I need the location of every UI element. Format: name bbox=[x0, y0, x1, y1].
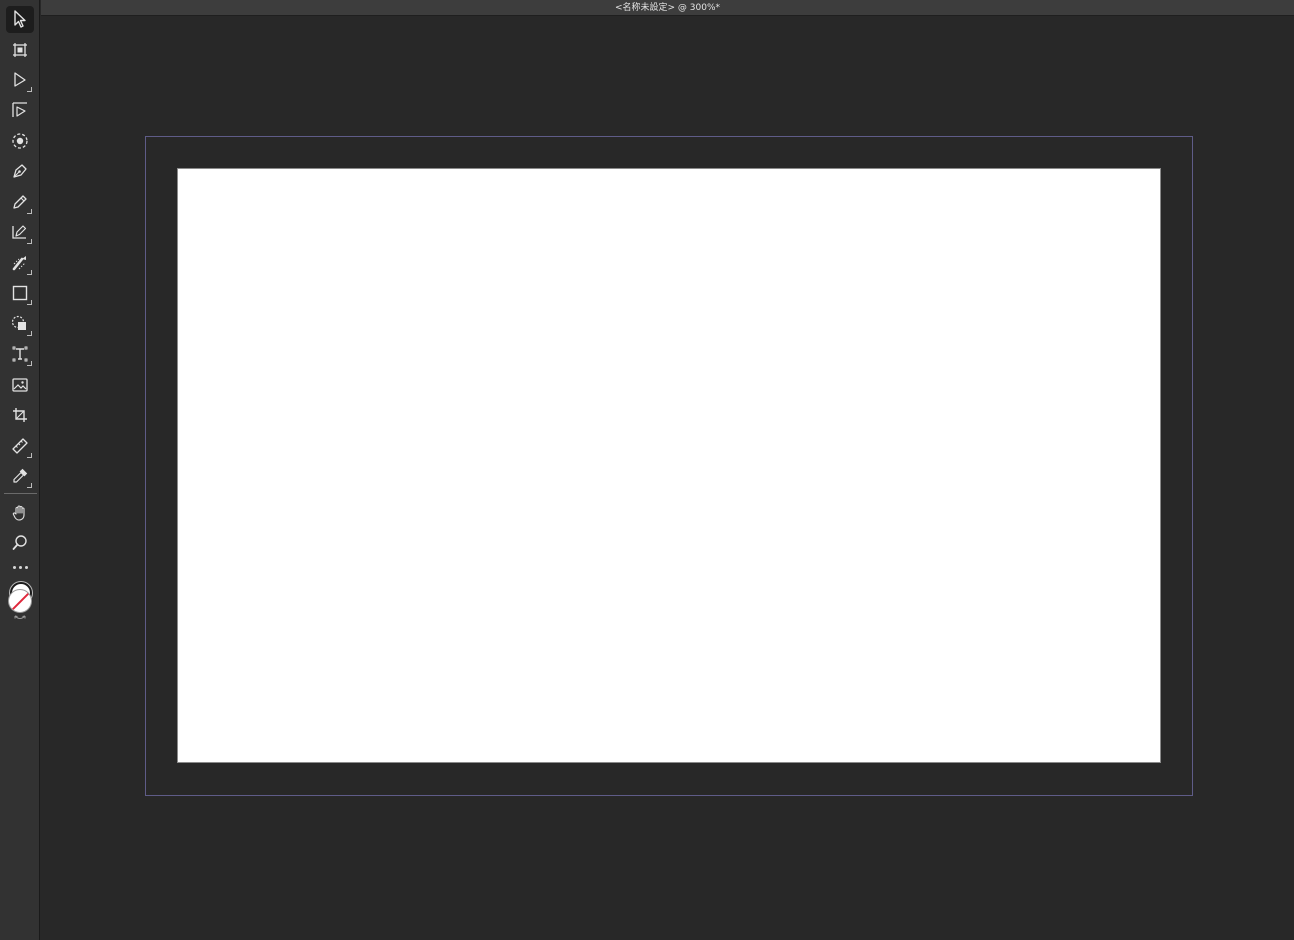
tool-group-indicator bbox=[27, 270, 32, 275]
document-title: <名称未設定> @ 300%* bbox=[614, 3, 721, 13]
fill-stroke-swatch[interactable] bbox=[7, 580, 35, 624]
document-title-bar: <名称未設定> @ 300%* bbox=[41, 0, 1294, 16]
type-tool[interactable] bbox=[6, 341, 34, 368]
crop-tool[interactable] bbox=[6, 402, 34, 429]
pencil-tool[interactable] bbox=[6, 189, 34, 216]
group-select-icon bbox=[12, 102, 27, 117]
group-selection-tool[interactable] bbox=[6, 97, 34, 124]
tool-group-indicator bbox=[27, 300, 32, 305]
rectangle-tool[interactable] bbox=[6, 280, 34, 307]
pen-nib-icon bbox=[13, 164, 27, 178]
stroke-none-swatch[interactable] bbox=[8, 589, 32, 613]
artboard[interactable] bbox=[177, 168, 1161, 763]
app-window: <名称未設定> @ 300%* bbox=[0, 0, 1294, 940]
hand-icon bbox=[12, 505, 25, 521]
tools-panel bbox=[0, 0, 40, 940]
tool-group-indicator bbox=[27, 87, 32, 92]
artboard-icon bbox=[13, 43, 27, 57]
image-tool[interactable] bbox=[6, 372, 34, 399]
hand-tool[interactable] bbox=[6, 500, 34, 527]
tool-group-indicator bbox=[27, 361, 32, 366]
swap-colors-icon[interactable] bbox=[13, 614, 27, 622]
canvas-area[interactable] bbox=[41, 16, 1294, 940]
tool-group-indicator bbox=[27, 331, 32, 336]
tool-group-indicator bbox=[27, 239, 32, 244]
tool-group-indicator bbox=[27, 483, 32, 488]
rotate-view-tool[interactable] bbox=[6, 128, 34, 155]
tool-group-indicator bbox=[27, 209, 32, 214]
paintbrush-tool[interactable] bbox=[6, 250, 34, 277]
arrow-pointer-icon bbox=[14, 10, 26, 28]
shaper-tool[interactable] bbox=[6, 219, 34, 246]
ellipsis-icon[interactable] bbox=[12, 564, 30, 570]
selection-tool[interactable] bbox=[6, 6, 34, 33]
artboard-tool[interactable] bbox=[6, 37, 34, 64]
zoom-tool[interactable] bbox=[6, 530, 34, 557]
image-icon bbox=[12, 378, 28, 392]
eyedropper-tool[interactable] bbox=[6, 463, 34, 490]
toolbar-separator bbox=[4, 493, 37, 494]
pen-tool[interactable] bbox=[6, 158, 34, 185]
ruler-tool[interactable] bbox=[6, 433, 34, 460]
crop-icon bbox=[13, 408, 27, 422]
tool-group-indicator bbox=[27, 453, 32, 458]
target-circle-icon bbox=[12, 133, 28, 149]
direct-selection-tool[interactable] bbox=[6, 67, 34, 94]
magnifier-icon bbox=[12, 535, 27, 550]
shape-builder-tool[interactable] bbox=[6, 311, 34, 338]
